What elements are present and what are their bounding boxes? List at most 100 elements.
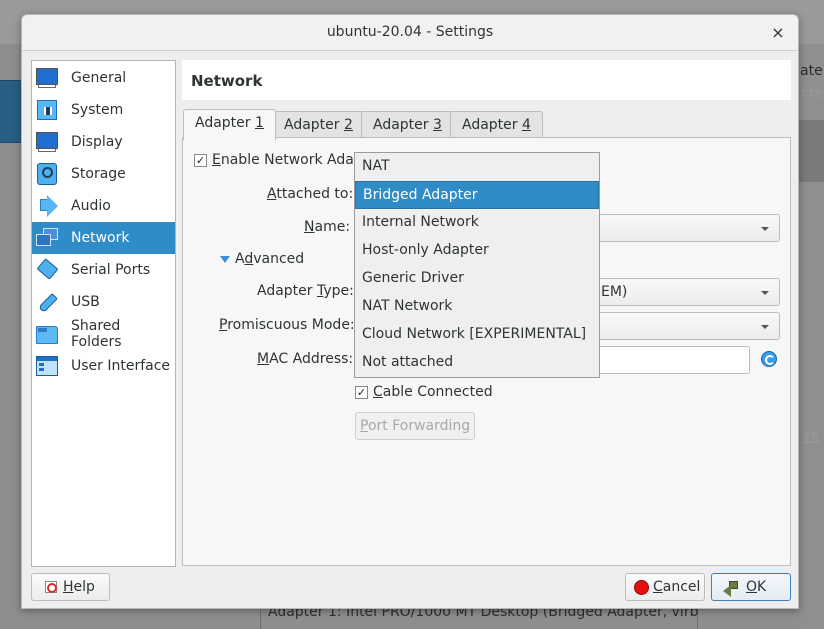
cancel-button[interactable]: Cancel [625,573,705,601]
sidebar-item-general[interactable]: General [32,62,175,94]
sidebar-item-label: General [71,70,127,86]
window-title: ubuntu-20.04 - Settings [326,24,494,40]
attached-to-label: Attached to: [267,186,353,202]
window-icon [35,354,59,378]
mnemonic: d [244,251,254,267]
label-text: Adapter [257,283,317,299]
mnemonic: C [653,579,663,595]
settings-dialog: ubuntu-20.04 - Settings × General System… [21,14,799,609]
display-icon [35,130,59,154]
background-text: ate [800,63,823,79]
background-selected-row [0,80,22,143]
mnemonic: O [746,579,758,595]
folder-icon [35,322,59,346]
tab-label: Adapter [284,117,344,133]
disk-icon [35,162,59,186]
sidebar-item-audio[interactable]: Audio [32,190,175,222]
chevron-down-icon [761,291,769,295]
sidebar-item-label: Serial Ports [71,262,151,278]
cable-connected-label[interactable]: Cable Connected [373,384,493,400]
dropdown-option-nat[interactable]: NAT [355,153,599,181]
port-forwarding-button[interactable]: Port Forwarding [355,412,476,440]
tab-adapter-3[interactable]: Adapter 3 [361,111,454,139]
settings-sidebar: General System Display Storage Audio Net… [31,60,176,567]
dropdown-option-host-only-adapter[interactable]: Host-only Adapter [355,237,599,265]
background-band [799,120,824,182]
promiscuous-mode-label: Promiscuous Mode: [219,317,355,333]
sidebar-item-network[interactable]: Network [32,222,175,254]
help-button[interactable]: Help [31,573,110,601]
mnemonic: P [360,418,368,434]
enter-arrow-icon [723,581,739,597]
chevron-down-icon [761,325,769,329]
sidebar-item-usb[interactable]: USB [32,286,175,318]
mnemonic: C [373,384,383,400]
mnemonic: A [267,186,277,202]
adapter-type-value: EM) [601,284,628,300]
background-text: rrev [800,86,824,101]
sidebar-item-storage[interactable]: Storage [32,158,175,190]
enable-adapter-checkbox[interactable]: ✓ [194,154,207,167]
monitor-icon [35,66,59,90]
expand-triangle-icon[interactable] [220,256,230,263]
chip-icon [35,98,59,122]
dropdown-option-bridged-adapter[interactable]: Bridged Adapter [355,181,599,209]
label-text: ttached to: [276,186,354,202]
sidebar-item-user-interface[interactable]: User Interface [32,350,175,382]
label-text: elp [73,579,95,595]
mnemonic: P [219,317,228,333]
page-header: Network [182,60,791,100]
mnemonic: E [212,152,221,168]
label-text: able Connected [382,384,493,400]
button-label: Cancel [653,574,700,600]
sidebar-item-label: Display [71,134,123,150]
close-button[interactable]: × [768,23,788,43]
label-text: vanced [253,251,305,267]
label-text: A [235,251,245,267]
sidebar-item-label: Audio [71,198,111,214]
ok-button[interactable]: OK [711,573,791,601]
tab-adapter-2[interactable]: Adapter 2 [272,111,365,139]
background-text: 15 [802,431,820,447]
tab-adapter-1[interactable]: Adapter 1 [183,109,276,140]
mnemonic: N [304,219,315,235]
sidebar-item-label: Network [71,230,130,246]
mnemonic: M [257,351,270,367]
label-text: AC Address: [269,351,354,367]
sidebar-item-shared-folders[interactable]: Shared Folders [32,318,175,350]
advanced-toggle[interactable]: Advanced [235,251,304,267]
dropdown-option-generic-driver[interactable]: Generic Driver [355,265,599,293]
dropdown-option-cloud-network[interactable]: Cloud Network [EXPERIMENTAL] [355,321,599,349]
sidebar-item-label: Storage [71,166,126,182]
label-text: romiscuous Mode: [227,317,355,333]
page-title: Network [191,72,263,90]
tab-label: Adapter [373,117,433,133]
titlebar: ubuntu-20.04 - Settings × [22,15,798,51]
dropdown-option-nat-network[interactable]: NAT Network [355,293,599,321]
tab-mnemonic: 2 [344,117,353,133]
sidebar-item-serial-ports[interactable]: Serial Ports [32,254,175,286]
speaker-icon [35,194,59,218]
refresh-icon[interactable] [761,351,777,367]
label-text: ancel [662,579,701,595]
sidebar-item-label: USB [71,294,100,310]
adapter-type-label: Adapter Type: [257,283,354,299]
dropdown-option-internal-network[interactable]: Internal Network [355,209,599,237]
mac-address-label: MAC Address: [257,351,353,367]
label-text: K [757,579,767,595]
button-label: ort Forwarding [367,418,471,434]
button-label: OK [746,574,766,600]
tab-label: Adapter [195,115,255,131]
network-icon [35,226,59,250]
stop-icon [634,580,649,595]
usb-icon [35,290,59,314]
chevron-down-icon [761,227,769,231]
sidebar-item-label: Shared Folders [71,318,122,350]
sidebar-item-system[interactable]: System [32,94,175,126]
dropdown-option-not-attached[interactable]: Not attached [355,349,599,377]
cable-connected-checkbox[interactable]: ✓ [355,386,368,399]
serial-port-icon [35,258,59,282]
sidebar-item-display[interactable]: Display [32,126,175,158]
label-text: ype: [323,283,354,299]
tab-adapter-4[interactable]: Adapter 4 [450,111,543,139]
